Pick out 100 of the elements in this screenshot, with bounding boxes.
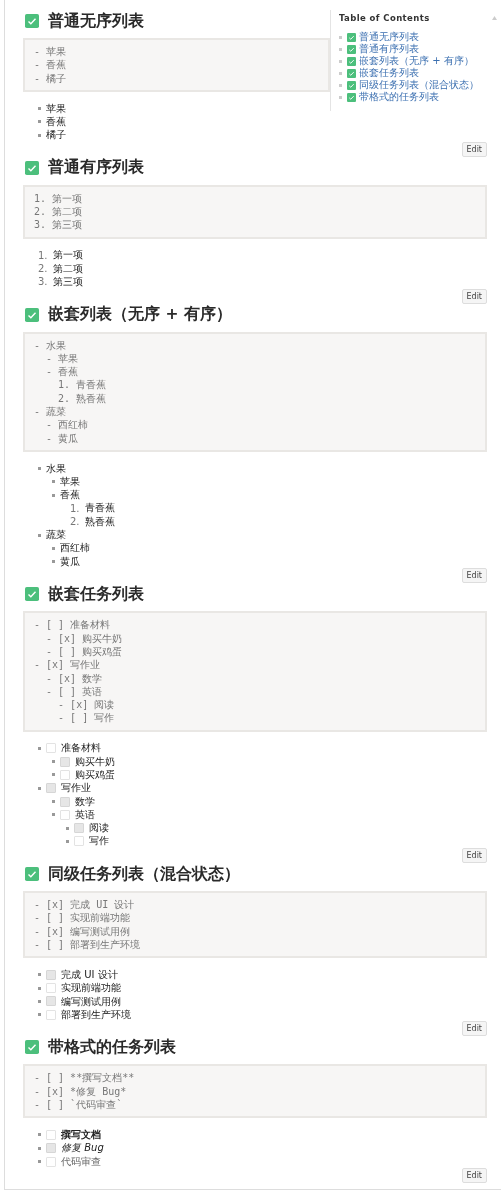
- code-line: - [x] 数学: [45, 671, 104, 685]
- toc-link[interactable]: 嵌套列表（无序 + 有序）: [359, 55, 474, 67]
- list-item-text: 撰写文档: [61, 1128, 101, 1142]
- collapse-icon[interactable]: [492, 16, 497, 20]
- code-line: - 黄瓜: [45, 431, 80, 445]
- bullet: [38, 1000, 41, 1003]
- list-item-text: 香蕉: [60, 488, 80, 503]
- task-checkbox[interactable]: [74, 823, 84, 834]
- task-checkbox[interactable]: [46, 996, 56, 1007]
- toc-link[interactable]: 同级任务列表（混合状态）: [359, 79, 479, 91]
- list-item-text: 购买鸡蛋: [75, 767, 115, 782]
- task-checkbox[interactable]: [60, 796, 70, 807]
- code-line: - 苹果: [45, 351, 80, 366]
- bullet: [38, 973, 41, 977]
- toc-link[interactable]: 普通无序列表: [359, 31, 419, 43]
- bullet: [38, 1013, 41, 1017]
- check-icon: [347, 44, 356, 54]
- list-item-text: 写作: [89, 834, 109, 849]
- check-icon: [347, 56, 356, 66]
- code-line: - [x] 阅读: [57, 698, 116, 712]
- list-item-text: 橘子: [46, 128, 66, 143]
- list-item-text: 数学: [75, 794, 95, 809]
- code-line: - 香蕉: [45, 365, 80, 379]
- list-number: 2.: [38, 263, 48, 275]
- edit-button[interactable]: Edit: [461, 1021, 487, 1037]
- code-line: - [ ] 购买鸡蛋: [45, 644, 124, 659]
- task-checkbox[interactable]: [46, 1129, 56, 1140]
- section-heading: 普通有序列表: [48, 157, 144, 179]
- list-number: 1.: [70, 502, 80, 514]
- section-heading: 同级任务列表（混合状态）: [48, 863, 240, 885]
- bullet: [339, 83, 342, 87]
- bullet: [38, 786, 41, 790]
- list-item-text: 准备材料: [61, 741, 101, 756]
- edit-button[interactable]: Edit: [461, 141, 487, 157]
- code-line: - [ ] 实现前端功能: [34, 911, 132, 925]
- list-item-text: 购买牛奶: [75, 754, 115, 769]
- list-item-text: 第一项: [52, 248, 83, 263]
- check-icon: [25, 307, 39, 322]
- list-item-text: 苹果: [46, 101, 66, 116]
- task-checkbox[interactable]: [46, 743, 56, 754]
- list-item-text: 部署到生产环境: [61, 1007, 131, 1022]
- list-number: 1.: [38, 249, 48, 261]
- code-line: - [x] 写作业: [34, 658, 102, 672]
- code-line: - [x] *修复 Bug*: [34, 1084, 128, 1099]
- task-checkbox[interactable]: [60, 756, 70, 767]
- list-item-text: 苹果: [60, 474, 80, 489]
- bullet: [38, 533, 41, 537]
- check-icon: [25, 867, 39, 882]
- list-item-text: 蔬菜: [46, 528, 66, 543]
- task-checkbox[interactable]: [74, 836, 84, 847]
- task-checkbox[interactable]: [46, 983, 56, 994]
- bullet: [38, 467, 41, 471]
- check-icon: [25, 160, 39, 175]
- code-line: - 苹果: [34, 45, 68, 59]
- bullet: [52, 800, 55, 803]
- edit-button[interactable]: Edit: [461, 1168, 487, 1184]
- list-item-text: 编写测试用例: [61, 994, 121, 1009]
- list-number: 3.: [38, 276, 48, 288]
- code-line: - 水果: [34, 338, 68, 352]
- list-item-text: 黄瓜: [60, 554, 80, 569]
- task-checkbox[interactable]: [46, 783, 56, 794]
- bullet: [52, 560, 55, 564]
- list-item-text: 阅读: [89, 821, 109, 836]
- edit-button[interactable]: Edit: [461, 568, 487, 584]
- edit-button[interactable]: Edit: [461, 288, 487, 304]
- toc-link[interactable]: 普通有序列表: [359, 43, 419, 55]
- bullet: [339, 95, 342, 99]
- list-item-text: 西红柿: [60, 541, 90, 556]
- task-checkbox[interactable]: [46, 1156, 56, 1167]
- check-icon: [25, 14, 39, 28]
- bullet: [52, 760, 55, 764]
- list-item-text: 完成 UI 设计: [61, 967, 118, 982]
- check-icon: [347, 80, 356, 90]
- task-checkbox[interactable]: [60, 769, 70, 780]
- task-checkbox[interactable]: [46, 1009, 56, 1020]
- code-line: 1. 第一项: [34, 191, 84, 206]
- bullet: [38, 746, 41, 750]
- bullet: [38, 1160, 41, 1164]
- list-item-text: 写作业: [61, 781, 91, 796]
- task-checkbox[interactable]: [46, 1143, 56, 1154]
- bullet: [38, 1133, 41, 1137]
- task-checkbox[interactable]: [46, 969, 56, 980]
- task-checkbox[interactable]: [60, 809, 70, 820]
- bullet: [52, 813, 55, 817]
- edit-button[interactable]: Edit: [461, 848, 487, 864]
- code-line: - [ ] **撰写文档**: [34, 1071, 136, 1085]
- toc-link[interactable]: 带格式的任务列表: [359, 91, 439, 103]
- check-icon: [25, 587, 39, 602]
- code-line: - [ ] 准备材料: [34, 618, 112, 632]
- list-item-text: 英语: [75, 807, 95, 822]
- bullet: [339, 71, 342, 75]
- bullet: [339, 47, 342, 51]
- list-item-text: 水果: [46, 461, 66, 476]
- code-line: - [x] 编写测试用例: [34, 924, 132, 938]
- code-line: - [ ] 写作: [57, 711, 116, 725]
- check-icon: [347, 32, 356, 42]
- list-item-text: 香蕉: [46, 114, 66, 129]
- code-line: - [ ] `代码审查`: [34, 1098, 124, 1112]
- toc-link[interactable]: 嵌套任务列表: [359, 67, 419, 79]
- bullet: [38, 986, 41, 990]
